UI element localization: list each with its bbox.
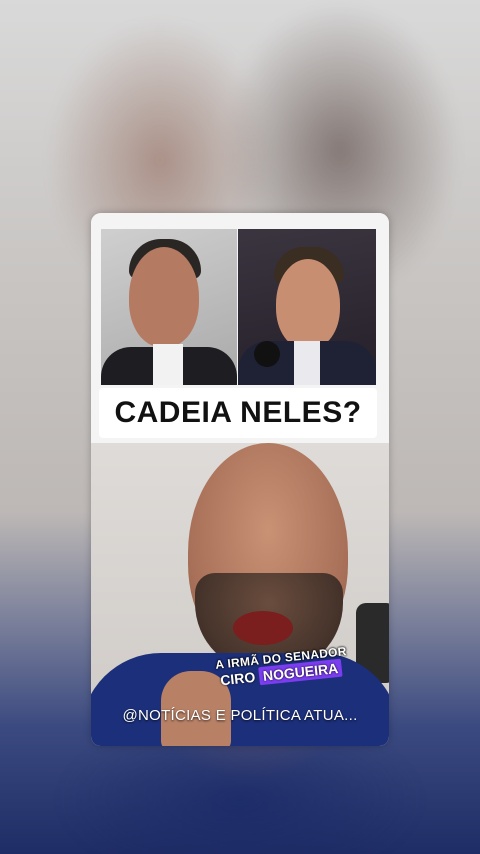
photo-right-face [276, 259, 340, 349]
photo-left-face [129, 247, 199, 347]
microphone-icon [254, 341, 280, 367]
headline: CADEIA NELES? [99, 388, 377, 438]
photo-left [101, 229, 237, 385]
photo-left-shirt [153, 344, 183, 385]
caption: A IRMÃ DO SENADOR CIRO NOGUEIRA [183, 644, 379, 688]
thumbnail-header: CADEIA NELES? [91, 213, 389, 443]
photo-right [238, 229, 376, 385]
presenter-video [91, 443, 389, 746]
channel-handle[interactable]: @NOTÍCIAS E POLÍTICA ATUA... [91, 707, 389, 724]
presenter-mouth [233, 611, 293, 645]
photo-right-shirt [294, 341, 320, 385]
video-card[interactable]: CADEIA NELES? A IRMÃ DO SENADOR CIRO NOG… [91, 213, 389, 746]
